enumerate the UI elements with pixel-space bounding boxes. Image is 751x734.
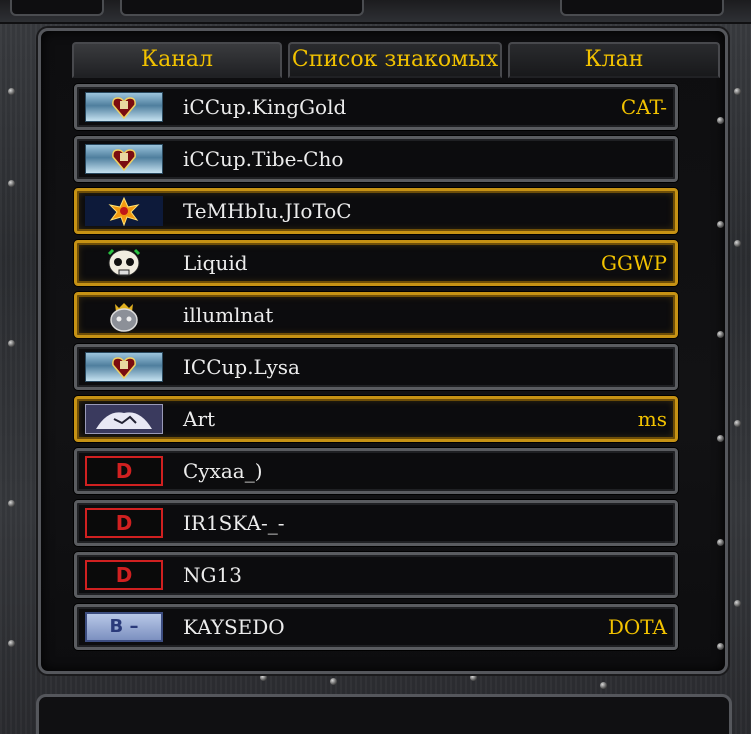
user-row[interactable]: iCCup.KingGold CAT- [74,84,678,130]
rivet [717,435,724,442]
rivet [734,420,741,427]
rivet [734,88,741,95]
clan-tag: DOTA [607,615,667,639]
user-name: Liquid [183,251,248,275]
top-metal-strip [0,0,751,24]
rivet [734,600,741,607]
rivet [260,674,267,681]
user-name: Art [183,407,216,431]
user-row[interactable]: D IR1SKA-_- [74,500,678,546]
user-name: NG13 [183,563,242,587]
tab-channel[interactable]: Канал [72,42,282,78]
rank-d-icon: D [85,456,163,486]
tab-bar: Канал Список знакомых Клан [72,42,720,78]
top-notch [560,0,724,16]
rivet [8,180,15,187]
portrait-art-icon [85,404,163,434]
user-name: iCCup.Tibe-Cho [183,147,344,171]
bnet-chat-frame: Канал Список знакомых Клан iCCup.KingGol… [0,0,751,734]
rank-letter: D [115,459,133,483]
user-row[interactable]: illumlnat [74,292,678,338]
rivet [717,221,724,228]
heart-shield-banner-icon [85,144,163,174]
rank-letter: D [115,563,133,587]
rivet [8,640,15,647]
user-name: KAYSEDO [183,615,285,639]
user-row[interactable]: Liquid GGWP [74,240,678,286]
rivet [717,643,724,650]
rivet [717,117,724,124]
chat-input-panel [36,694,732,734]
burst-star-icon [85,196,163,227]
user-name: iCCup.KingGold [183,95,347,119]
user-name: Cyxaa_) [183,459,263,483]
rivet [8,340,15,347]
skull-icon [85,248,163,278]
user-name: TeMHbIu.JIoToC [183,199,352,223]
heart-shield-banner-icon [85,352,163,382]
tab-friends-list[interactable]: Список знакомых [288,42,502,78]
rivet [8,500,15,507]
rank-b-minus-icon: B – [85,612,163,642]
heart-shield-banner-icon [85,92,163,122]
rivet [717,331,724,338]
user-row[interactable]: Art ms [74,396,678,442]
user-row[interactable]: D NG13 [74,552,678,598]
mech-head-icon [85,300,163,332]
rivet [8,88,15,95]
rivet [717,539,724,546]
user-row[interactable]: ICCup.Lysa [74,344,678,390]
clan-tag: GGWP [601,251,667,275]
top-notch [120,0,364,16]
rivet [470,674,477,681]
user-name: illumlnat [183,303,274,327]
rivet [330,678,337,685]
user-name: ICCup.Lysa [183,355,300,379]
tab-clan[interactable]: Клан [508,42,720,78]
rivet [734,240,741,247]
user-name: IR1SKA-_- [183,511,285,535]
user-row[interactable]: B – KAYSEDO DOTA [74,604,678,650]
user-row[interactable]: TeMHbIu.JIoToC [74,188,678,234]
user-row[interactable]: D Cyxaa_) [74,448,678,494]
rank-letter: B – [109,616,139,637]
rivet [600,682,607,689]
top-notch [10,0,104,16]
rank-d-icon: D [85,508,163,538]
user-row[interactable]: iCCup.Tibe-Cho [74,136,678,182]
clan-tag: CAT- [620,95,667,119]
clan-tag: ms [637,407,667,431]
rank-d-icon: D [85,560,163,590]
rank-letter: D [115,511,133,535]
